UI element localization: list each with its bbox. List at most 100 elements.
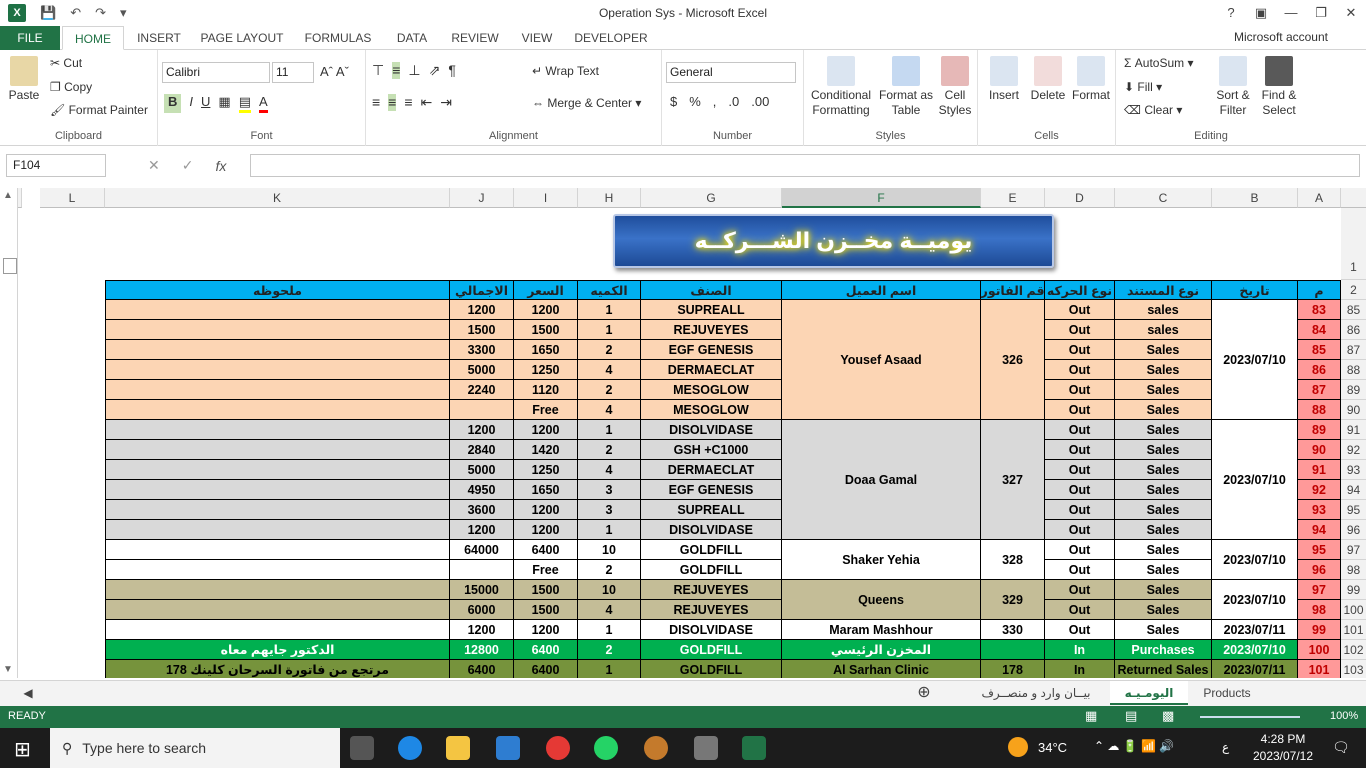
settings-icon[interactable] bbox=[694, 736, 718, 760]
cell-m[interactable]: 89 bbox=[1298, 420, 1341, 440]
format-as-table-button[interactable]: Format as Table bbox=[878, 56, 934, 118]
chrome-icon[interactable] bbox=[546, 736, 570, 760]
column-header-f[interactable]: F bbox=[782, 188, 981, 208]
merge-center-button[interactable]: ⇔ Merge & Center ▾ bbox=[532, 96, 641, 110]
borders-icon[interactable]: ▦ bbox=[218, 94, 230, 113]
delete-cells-button[interactable]: Delete bbox=[1028, 56, 1068, 103]
clear-button[interactable]: ⌫ Clear ▾ bbox=[1124, 103, 1182, 117]
cell-price[interactable]: 1500 bbox=[514, 600, 578, 620]
cell-price[interactable]: 1200 bbox=[514, 520, 578, 540]
cell-price[interactable]: 6400 bbox=[514, 640, 578, 660]
cell-qty[interactable]: 10 bbox=[578, 580, 641, 600]
column-header-h[interactable]: H bbox=[578, 188, 641, 208]
cell-total[interactable]: 2840 bbox=[450, 440, 514, 460]
font-name-box[interactable]: Calibri bbox=[162, 62, 270, 83]
row-header[interactable]: 94 bbox=[1341, 480, 1366, 500]
cell-total[interactable]: 1200 bbox=[450, 300, 514, 320]
cell-invoice[interactable]: 328 bbox=[981, 540, 1045, 580]
cell-m[interactable]: 99 bbox=[1298, 620, 1341, 640]
cell-customer[interactable]: Yousef Asaad bbox=[782, 300, 981, 420]
cell-move[interactable]: Out bbox=[1045, 340, 1115, 360]
align-right-icon[interactable]: ≡ bbox=[404, 94, 412, 111]
format-painter-button[interactable]: 🖌 Format Painter bbox=[50, 103, 148, 117]
mail-icon[interactable] bbox=[496, 736, 520, 760]
tab-home[interactable]: HOME bbox=[62, 26, 124, 50]
tab-page-layout[interactable]: PAGE LAYOUT bbox=[194, 26, 290, 50]
input-language[interactable]: ع bbox=[1222, 740, 1229, 754]
tray-icons[interactable]: ⌃ ☁ 🔋 📶 🔊 bbox=[1094, 739, 1174, 753]
cell-doc[interactable]: Sales bbox=[1115, 620, 1212, 640]
increase-decimal-icon[interactable]: .0 bbox=[728, 94, 739, 109]
account-name[interactable]: Microsoft account bbox=[1234, 26, 1328, 48]
cell-m[interactable]: 94 bbox=[1298, 520, 1341, 540]
cell-price[interactable]: 1500 bbox=[514, 320, 578, 340]
maximize-button[interactable]: ❐ bbox=[1306, 0, 1336, 26]
cell-price[interactable]: 6400 bbox=[514, 660, 578, 678]
cell-doc[interactable]: Returned Sales bbox=[1115, 660, 1212, 678]
cell-customer[interactable]: Maram Mashhour bbox=[782, 620, 981, 640]
cell-total[interactable]: 1200 bbox=[450, 520, 514, 540]
cell-price[interactable]: 1420 bbox=[514, 440, 578, 460]
cell-price[interactable]: 1650 bbox=[514, 480, 578, 500]
cell-note[interactable] bbox=[105, 600, 450, 620]
tab-file[interactable]: FILE bbox=[0, 26, 60, 50]
column-header-c[interactable]: C bbox=[1115, 188, 1212, 208]
row-header[interactable]: 89 bbox=[1341, 380, 1366, 400]
cell-item[interactable]: DERMAECLAT bbox=[641, 360, 782, 380]
cell-m[interactable]: 87 bbox=[1298, 380, 1341, 400]
font-grow-shrink-icon[interactable]: Aˆ Aˇ bbox=[320, 64, 349, 79]
cell-m[interactable]: 90 bbox=[1298, 440, 1341, 460]
cell-item[interactable]: SUPREALL bbox=[641, 300, 782, 320]
tab-data[interactable]: DATA bbox=[386, 26, 438, 50]
column-header-i[interactable]: I bbox=[514, 188, 578, 208]
cell-total[interactable]: 2240 bbox=[450, 380, 514, 400]
underline-button[interactable]: U bbox=[201, 94, 210, 113]
cell-item[interactable]: DISOLVIDASE bbox=[641, 520, 782, 540]
cell-m[interactable]: 86 bbox=[1298, 360, 1341, 380]
sheet-tab-daily[interactable]: اليومـيـه bbox=[1110, 681, 1188, 705]
cell-price[interactable]: 6400 bbox=[514, 540, 578, 560]
cell-total[interactable] bbox=[450, 560, 514, 580]
cell-customer[interactable]: Shaker Yehia bbox=[782, 540, 981, 580]
font-size-box[interactable]: 11 bbox=[272, 62, 314, 83]
cell-move[interactable]: Out bbox=[1045, 480, 1115, 500]
cell-total[interactable]: 12800 bbox=[450, 640, 514, 660]
cell-invoice[interactable]: 330 bbox=[981, 620, 1045, 640]
align-bottom-icon[interactable]: ⊥ bbox=[408, 62, 420, 79]
conditional-formatting-button[interactable]: Conditional Formatting bbox=[806, 56, 876, 118]
cell-qty[interactable]: 1 bbox=[578, 520, 641, 540]
name-box[interactable]: F104 bbox=[6, 154, 106, 177]
cell-price[interactable]: 1250 bbox=[514, 460, 578, 480]
column-header-e[interactable]: E bbox=[981, 188, 1045, 208]
cell-move[interactable]: In bbox=[1045, 640, 1115, 660]
taskbar-clock[interactable]: 4:28 PM 2023/07/12 bbox=[1248, 731, 1318, 765]
row-header[interactable]: 88 bbox=[1341, 360, 1366, 380]
cell-move[interactable]: Out bbox=[1045, 420, 1115, 440]
scroll-thumb[interactable] bbox=[3, 258, 17, 274]
sheet-tab-movements[interactable]: بيــان وارد و منصــرف bbox=[966, 681, 1106, 705]
undo-icon[interactable]: ↶ bbox=[70, 5, 81, 21]
italic-button[interactable]: I bbox=[189, 94, 193, 113]
cell-m[interactable]: 93 bbox=[1298, 500, 1341, 520]
fill-color-icon[interactable]: ▤ bbox=[238, 94, 251, 113]
cell-price[interactable]: 1500 bbox=[514, 580, 578, 600]
cell-qty[interactable]: 1 bbox=[578, 320, 641, 340]
weather-icon[interactable] bbox=[1008, 737, 1028, 757]
cell-doc[interactable]: Sales bbox=[1115, 460, 1212, 480]
cell-total[interactable]: 1200 bbox=[450, 620, 514, 640]
cell-item[interactable]: GOLDFILL bbox=[641, 560, 782, 580]
cell-date[interactable]: 2023/07/10 bbox=[1212, 300, 1298, 420]
cell-note[interactable]: مرتجع من فاتورة السرحان كلينك 178 bbox=[105, 660, 450, 678]
cell-m[interactable]: 101 bbox=[1298, 660, 1341, 678]
cell-doc[interactable]: Sales bbox=[1115, 540, 1212, 560]
cell-qty[interactable]: 2 bbox=[578, 560, 641, 580]
cell-item[interactable]: SUPREALL bbox=[641, 500, 782, 520]
cell-move[interactable]: Out bbox=[1045, 560, 1115, 580]
cell-move[interactable]: In bbox=[1045, 660, 1115, 678]
cell-move[interactable]: Out bbox=[1045, 600, 1115, 620]
cell-qty[interactable]: 4 bbox=[578, 460, 641, 480]
copy-button[interactable]: ❐ Copy bbox=[50, 80, 92, 94]
cell-qty[interactable]: 3 bbox=[578, 480, 641, 500]
cell-invoice[interactable] bbox=[981, 640, 1045, 660]
customize-icon[interactable]: ▾ bbox=[120, 5, 127, 21]
